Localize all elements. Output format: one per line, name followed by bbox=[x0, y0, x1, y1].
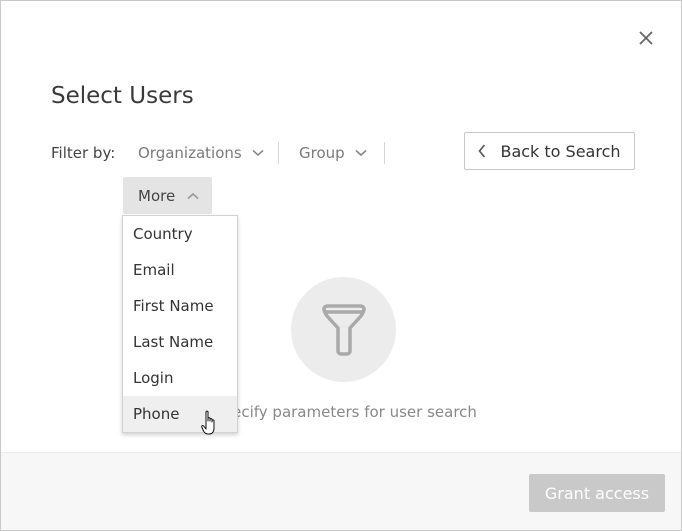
menu-item-country[interactable]: Country bbox=[123, 216, 237, 252]
dialog-title: Select Users bbox=[51, 83, 194, 109]
chevron-down-icon bbox=[252, 149, 264, 157]
chevron-down-icon bbox=[355, 149, 367, 157]
organizations-label: Organizations bbox=[138, 144, 242, 162]
more-label: More bbox=[138, 186, 176, 205]
more-filters-menu: Country Email First Name Last Name Login… bbox=[122, 215, 238, 433]
group-dropdown[interactable]: Group bbox=[299, 144, 367, 162]
filter-by-label: Filter by: bbox=[51, 144, 116, 162]
menu-item-first-name[interactable]: First Name bbox=[123, 288, 237, 324]
filter-divider bbox=[384, 142, 385, 164]
close-icon bbox=[639, 31, 653, 45]
menu-item-login[interactable]: Login bbox=[123, 360, 237, 396]
grant-access-button[interactable]: Grant access bbox=[529, 474, 665, 512]
more-filters-button[interactable]: More bbox=[123, 177, 212, 214]
organizations-dropdown[interactable]: Organizations bbox=[138, 144, 264, 162]
back-to-search-button[interactable]: Back to Search bbox=[464, 132, 635, 170]
menu-item-last-name[interactable]: Last Name bbox=[123, 324, 237, 360]
chevron-up-icon bbox=[187, 192, 199, 199]
back-to-search-label: Back to Search bbox=[500, 141, 621, 161]
funnel-icon bbox=[321, 303, 366, 356]
menu-item-email[interactable]: Email bbox=[123, 252, 237, 288]
close-button[interactable] bbox=[635, 27, 657, 49]
select-users-dialog: Select Users Filter by: Organizations Gr… bbox=[0, 0, 682, 531]
empty-state-message: Specify parameters for user search bbox=[213, 403, 477, 421]
group-label: Group bbox=[299, 144, 345, 162]
menu-item-phone[interactable]: Phone bbox=[123, 396, 237, 432]
empty-state-circle bbox=[291, 277, 396, 382]
hand-pointer-cursor bbox=[201, 410, 219, 440]
filter-divider bbox=[278, 142, 279, 164]
chevron-left-icon bbox=[478, 144, 486, 158]
